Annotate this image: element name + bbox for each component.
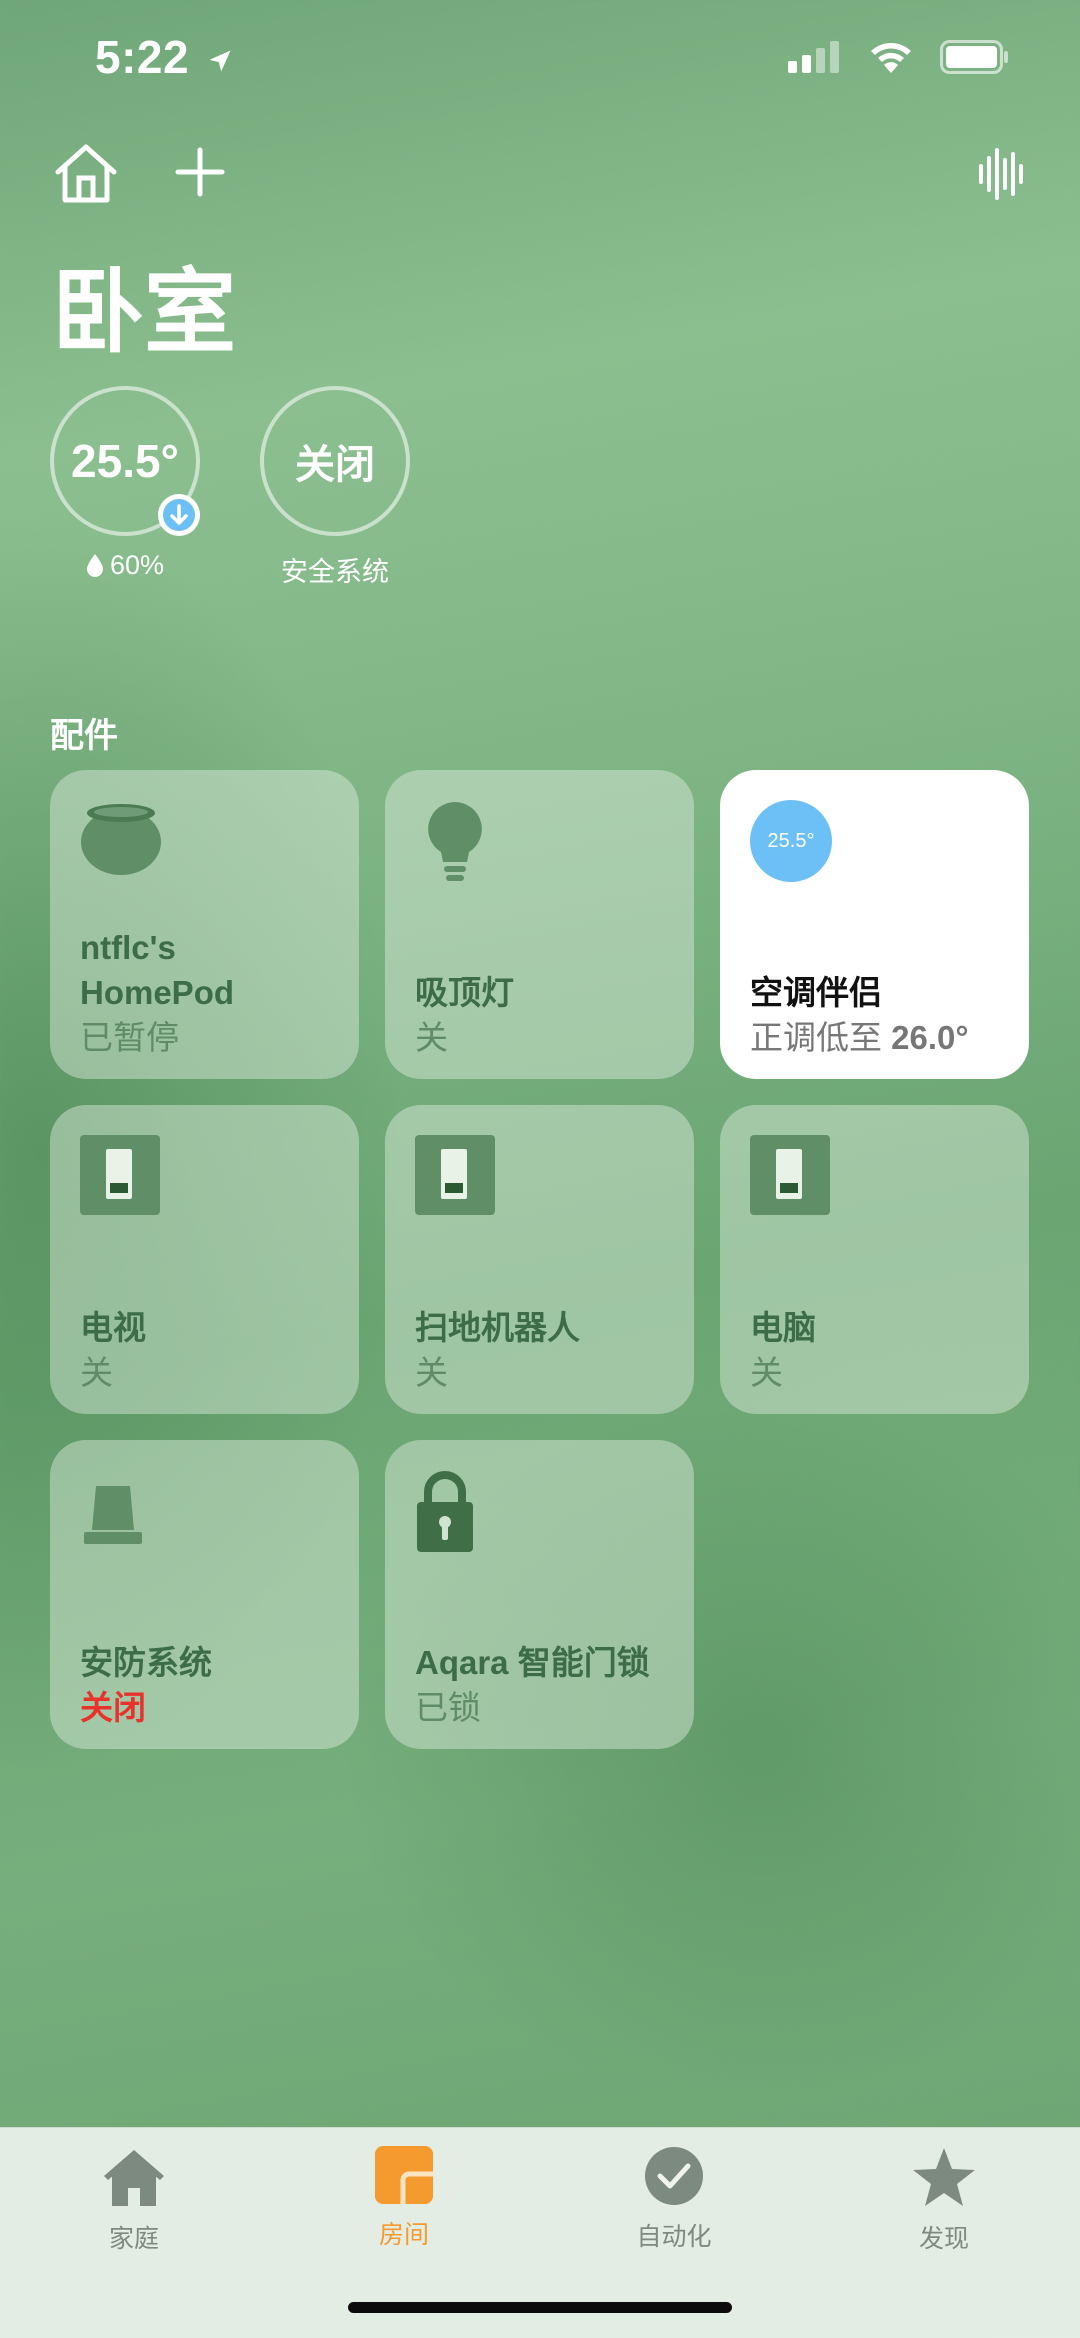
tile-name: Aqara 智能门锁 <box>415 1644 650 1681</box>
waveform-icon <box>979 148 1023 200</box>
security-value: 关闭 <box>295 443 375 487</box>
tile-name: 吸顶灯 <box>415 974 514 1011</box>
tile-name: ntflc's HomePod <box>80 929 235 1011</box>
home-outline-icon <box>55 144 117 203</box>
tab-home[interactable]: 家庭 <box>54 2146 214 2255</box>
status-time: 5:22 <box>95 30 234 84</box>
thermostat-badge: 25.5° <box>767 829 815 852</box>
room-title: 卧室 <box>52 262 237 364</box>
switch-icon <box>415 1135 495 1215</box>
cooling-badge <box>158 494 200 536</box>
tile-ceiling-light[interactable]: 吸顶灯 关 <box>385 770 694 1079</box>
tile-homepod[interactable]: ntflc's HomePod 已暂停 <box>50 770 359 1079</box>
tile-door-lock[interactable]: Aqara 智能门锁 已锁 <box>385 1440 694 1749</box>
tile-state: 正调低至 26.0° <box>750 1017 1019 1059</box>
cellular-signal-icon <box>788 41 839 73</box>
tile-state-prefix: 正调低至 <box>750 1019 892 1056</box>
tile-state: 已暂停 <box>80 1019 179 1056</box>
tile-robot-vacuum[interactable]: 扫地机器人 关 <box>385 1105 694 1414</box>
tile-name: 空调伴侣 <box>750 974 882 1011</box>
tile-ac-companion[interactable]: 25.5° 空调伴侣 正调低至 26.0° <box>720 770 1029 1079</box>
tab-label: 发现 <box>918 2225 969 2253</box>
wifi-icon <box>871 43 911 73</box>
tile-name: 扫地机器人 <box>415 1309 580 1346</box>
tab-label: 家庭 <box>108 2225 159 2253</box>
plus-icon <box>175 147 225 197</box>
tab-label: 自动化 <box>636 2223 712 2251</box>
tile-state: 已锁 <box>415 1689 481 1726</box>
home-icon <box>104 2150 164 2206</box>
homepod-icon <box>80 800 162 881</box>
tile-state: 关 <box>750 1354 783 1391</box>
add-button[interactable] <box>174 146 226 201</box>
battery-icon <box>940 40 1008 74</box>
siri-voice-button[interactable] <box>978 146 1024 205</box>
tab-automation[interactable]: 自动化 <box>594 2146 754 2253</box>
tab-label: 房间 <box>378 2221 429 2249</box>
tile-tv[interactable]: 电视 关 <box>50 1105 359 1414</box>
tile-name: 电脑 <box>750 1309 816 1346</box>
home-indicator <box>348 2302 732 2313</box>
section-title: 配件 <box>50 717 118 755</box>
automation-icon <box>645 2147 703 2205</box>
status-time-text: 5:22 <box>95 31 190 83</box>
temperature-value: 25.5° <box>71 435 179 487</box>
humidity-value: 60% <box>109 550 165 580</box>
switch-icon <box>750 1135 830 1215</box>
alarm-icon <box>80 1480 146 1551</box>
tile-name: 电视 <box>80 1309 146 1346</box>
tile-state-value: 26.0° <box>891 1019 969 1056</box>
tile-state: 关 <box>80 1354 113 1391</box>
home-button[interactable] <box>52 142 120 207</box>
humidity-label: 60% <box>50 550 200 581</box>
security-status[interactable]: 关闭 安全系统 <box>260 386 410 589</box>
tile-security-system[interactable]: 安防系统 关闭 <box>50 1440 359 1749</box>
tile-computer[interactable]: 电脑 关 <box>720 1105 1029 1414</box>
security-label: 安全系统 <box>281 557 389 587</box>
temperature-status[interactable]: 25.5° 60% <box>50 386 200 581</box>
tile-state: 关闭 <box>80 1689 146 1726</box>
tab-rooms[interactable]: 房间 <box>324 2146 484 2251</box>
security-circle[interactable]: 关闭 <box>260 386 410 536</box>
location-arrow-icon <box>209 50 231 72</box>
tab-discover[interactable]: 发现 <box>864 2146 1024 2255</box>
status-icons <box>788 40 1010 74</box>
droplet-icon <box>86 554 103 577</box>
tile-state: 关 <box>415 1354 448 1391</box>
thermostat-icon: 25.5° <box>750 800 832 882</box>
tile-state: 关 <box>415 1019 448 1056</box>
rooms-icon <box>375 2146 433 2204</box>
arrow-down-icon <box>163 499 195 531</box>
lock-icon <box>415 1470 475 1559</box>
lightbulb-icon <box>425 800 485 891</box>
tile-name: 安防系统 <box>80 1644 212 1681</box>
switch-icon <box>80 1135 160 1215</box>
star-icon <box>913 2148 975 2206</box>
